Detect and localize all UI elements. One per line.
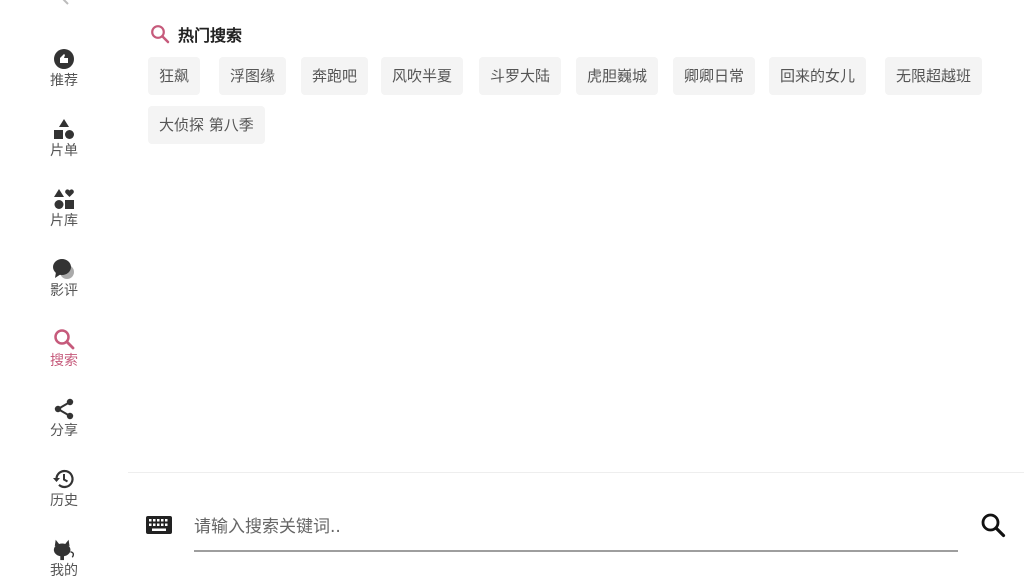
sidebar-item-label: 片单 xyxy=(50,143,78,159)
hot-search-icon xyxy=(151,25,170,44)
search-panel: 热门搜索 狂飙 浮图缘 奔跑吧 风吹半夏 斗罗大陆 虎胆巍城 卿卿日常 回来的女… xyxy=(128,0,1024,576)
sidebar-item-playlist[interactable]: 片单 xyxy=(32,117,96,173)
hot-search-header: 热门搜索 xyxy=(150,22,242,46)
hot-tag[interactable]: 斗罗大陆 xyxy=(479,57,562,95)
sidebar-item-search[interactable]: 搜索 xyxy=(32,327,96,383)
hot-tag[interactable]: 奔跑吧 xyxy=(301,57,369,95)
share-icon xyxy=(52,397,76,421)
library-icon xyxy=(52,187,76,211)
profile-icon xyxy=(52,537,76,561)
sidebar: 推荐 片单 片库 影评 搜索 分享 历史 我的 xyxy=(0,0,128,576)
review-icon xyxy=(52,257,76,281)
sidebar-item-review[interactable]: 影评 xyxy=(32,257,96,313)
search-submit-icon[interactable] xyxy=(980,512,1006,538)
hot-tag[interactable]: 浮图缘 xyxy=(219,57,287,95)
sidebar-item-recommend[interactable]: 推荐 xyxy=(32,47,96,103)
sidebar-item-label: 片库 xyxy=(50,213,78,229)
sidebar-item-label: 搜索 xyxy=(50,353,78,369)
hot-tag[interactable]: 卿卿日常 xyxy=(673,57,756,95)
back-chevron-icon[interactable] xyxy=(54,0,74,10)
history-icon xyxy=(52,467,76,491)
sidebar-item-history[interactable]: 历史 xyxy=(32,467,96,523)
search-input[interactable] xyxy=(194,504,958,552)
sidebar-item-label: 我的 xyxy=(50,563,78,576)
search-icon xyxy=(52,327,76,351)
divider xyxy=(128,472,1024,473)
playlist-icon xyxy=(52,117,76,141)
sidebar-item-library[interactable]: 片库 xyxy=(32,187,96,243)
sidebar-item-label: 影评 xyxy=(50,283,78,299)
hot-tag[interactable]: 风吹半夏 xyxy=(381,57,464,95)
sidebar-item-label: 分享 xyxy=(50,423,78,439)
sidebar-item-label: 推荐 xyxy=(50,73,78,89)
hot-tag[interactable]: 虎胆巍城 xyxy=(576,57,659,95)
keyboard-icon[interactable] xyxy=(146,516,172,534)
recommend-icon xyxy=(52,47,76,71)
sidebar-item-profile[interactable]: 我的 xyxy=(32,537,96,576)
hot-search-title: 热门搜索 xyxy=(178,26,243,45)
hot-tag[interactable]: 大侦探 第八季 xyxy=(148,106,265,144)
hot-tag[interactable]: 无限超越班 xyxy=(885,57,983,95)
hot-tag[interactable]: 回来的女儿 xyxy=(769,57,867,95)
sidebar-item-share[interactable]: 分享 xyxy=(32,397,96,453)
sidebar-item-label: 历史 xyxy=(50,493,78,509)
hot-tag[interactable]: 狂飙 xyxy=(148,57,201,95)
